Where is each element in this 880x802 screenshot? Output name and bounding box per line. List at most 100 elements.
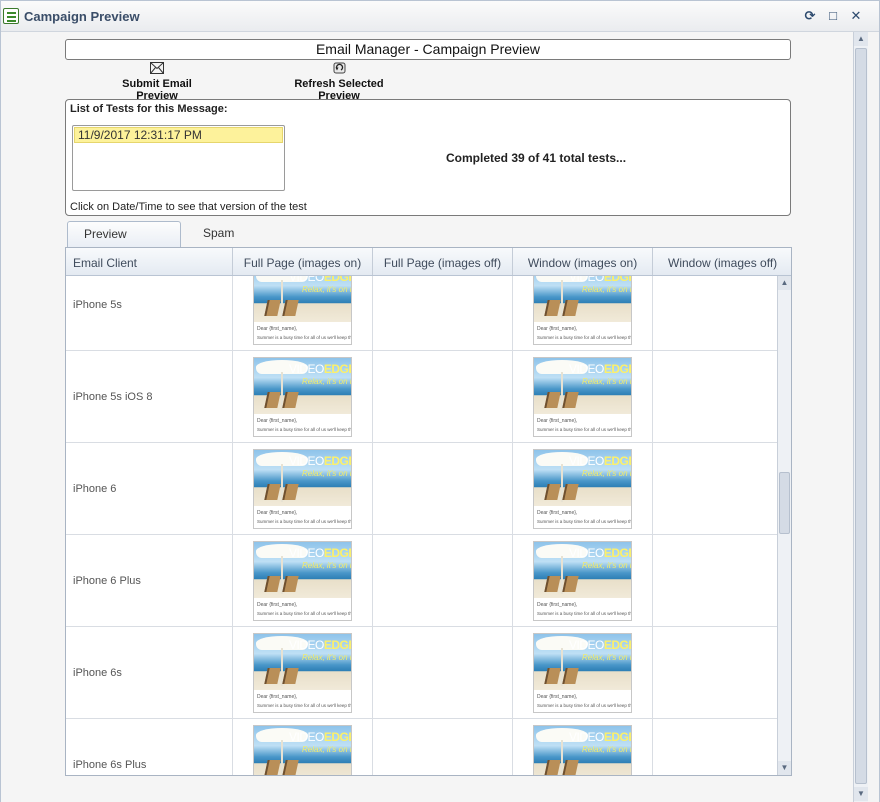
- grid-scrollbar[interactable]: ▲ ▼: [777, 276, 791, 775]
- column-header-window-images-off[interactable]: Window (images off): [653, 248, 777, 275]
- email-preview-thumbnail[interactable]: VIDEOEDGERelax, it's on us Dear {first_na…: [253, 276, 352, 345]
- full-page-images-on-cell[interactable]: VIDEOEDGERelax, it's on usDear {first_na…: [233, 535, 373, 627]
- email-client-name: iPhone 6 Plus: [73, 575, 141, 587]
- email-client-name: iPhone 6: [73, 483, 117, 495]
- column-header-full-page-images-on[interactable]: Full Page (images on): [233, 248, 373, 275]
- tab-preview-results[interactable]: Preview Results: [67, 221, 181, 265]
- window-scroll-down-icon[interactable]: ▼: [854, 787, 868, 801]
- close-icon[interactable]: ✕: [847, 7, 865, 25]
- window-images-on-cell[interactable]: VIDEOEDGERelax, it's on usDear {first_na…: [513, 276, 653, 351]
- full-page-images-on-cell[interactable]: VIDEOEDGERelax, it's on usDear {first_na…: [233, 443, 373, 535]
- window-scroll-up-icon[interactable]: ▲: [854, 32, 868, 46]
- table-row[interactable]: iPhone 6s VIDEOEDGERelax, it's on usDear…: [66, 627, 777, 719]
- email-preview-thumbnail[interactable]: VIDEOEDGERelax, it's on usDear {first_na…: [533, 357, 632, 437]
- email-preview-thumbnail[interactable]: VIDEOEDGERelax, it's on usDear {first_na…: [533, 276, 632, 345]
- full-page-images-on-cell[interactable]: VIDEOEDGERelax, it's on usDear {first_na…: [233, 627, 373, 719]
- beach-photo: VIDEOEDGERelax, it's on us: [254, 450, 351, 506]
- grid-scroll-thumb[interactable]: [779, 472, 790, 534]
- full-page-images-off-cell[interactable]: [373, 627, 513, 719]
- table-row[interactable]: iPhone 6 VIDEOEDGERelax, it's on usDear …: [66, 443, 777, 535]
- thumbnail-greeting: Dear {first_name},: [537, 326, 578, 332]
- table-row[interactable]: iPhone 5s VIDEOEDGERelax, it's on usDear…: [66, 276, 777, 351]
- email-preview-thumbnail[interactable]: VIDEOEDGERelax, it's on usDear {first_na…: [253, 357, 352, 437]
- refresh-window-icon[interactable]: ⟳: [801, 7, 819, 25]
- window-images-off-cell[interactable]: [653, 351, 777, 443]
- window-images-on-cell[interactable]: VIDEOEDGERelax, it's on usDear {first_na…: [513, 535, 653, 627]
- thumbnail-body: Summer is a busy time for all of us we'l…: [257, 427, 352, 432]
- thumbnail-brand: VIDEOEDGE: [569, 546, 631, 560]
- beach-photo: VIDEOEDGERelax, it's on us: [534, 358, 631, 414]
- full-page-images-off-cell[interactable]: [373, 535, 513, 627]
- thumbnail-greeting: Dear {first_name},: [257, 326, 298, 332]
- window-images-off-cell[interactable]: [653, 535, 777, 627]
- window-images-off-cell[interactable]: [653, 276, 777, 351]
- window-images-on-cell[interactable]: VIDEOEDGERelax, it's on usDear {first_na…: [513, 443, 653, 535]
- full-page-images-off-cell[interactable]: [373, 443, 513, 535]
- window-scroll-thumb[interactable]: [855, 48, 867, 784]
- grid-rows: iPhone 5s VIDEOEDGERelax, it's on usDear…: [66, 276, 777, 775]
- thumbnail-brand: VIDEOEDGE: [289, 546, 351, 560]
- table-row[interactable]: iPhone 5s iOS 8 VIDEOEDGERelax, it's on …: [66, 351, 777, 443]
- window-images-off-cell[interactable]: [653, 627, 777, 719]
- thumbnail-brand: VIDEOEDGE: [289, 276, 351, 284]
- thumbnail-body: Summer is a busy time for all of us we'l…: [537, 427, 632, 432]
- column-header-email-client[interactable]: Email Client: [66, 248, 233, 275]
- thumbnail-brand: VIDEOEDGE: [289, 362, 351, 376]
- list-icon: [3, 8, 19, 24]
- thumbnail-tagline: Relax, it's on us: [302, 285, 351, 294]
- thumbnail-tagline: Relax, it's on us: [302, 561, 351, 570]
- client-cell: iPhone 5s iOS 8: [66, 351, 233, 443]
- refresh-selected-preview-button[interactable]: Refresh Selected Preview: [273, 62, 405, 102]
- client-cell: iPhone 6s: [66, 627, 233, 719]
- thumbnail-body: Summer is a busy time for all of us we'l…: [537, 611, 632, 616]
- thumbnail-body: Summer is a busy time for all of us we'l…: [257, 335, 352, 340]
- email-preview-thumbnail[interactable]: VIDEOEDGERelax, it's on usDear {first_na…: [253, 449, 352, 529]
- client-cell: iPhone 6s Plus: [66, 719, 233, 775]
- email-client-name: iPhone 5s iOS 8: [73, 391, 153, 403]
- maximize-icon[interactable]: □: [824, 7, 842, 25]
- thumbnail-body: Summer is a busy time for all of us we'l…: [257, 519, 352, 524]
- window-scrollbar[interactable]: ▲ ▼: [853, 32, 868, 802]
- tests-listbox[interactable]: 11/9/2017 12:31:17 PM: [72, 125, 285, 191]
- full-page-images-on-cell[interactable]: VIDEOEDGERelax, it's on usDear {first_na…: [233, 719, 373, 775]
- full-page-images-off-cell[interactable]: [373, 276, 513, 351]
- email-preview-thumbnail[interactable]: VIDEOEDGERelax, it's on usDear {first_na…: [533, 633, 632, 713]
- column-header-full-page-images-off[interactable]: Full Page (images off): [373, 248, 513, 275]
- thumbnail-body: Summer is a busy time for all of us we'l…: [537, 703, 632, 708]
- submit-email-preview-button[interactable]: Submit Email Preview: [101, 62, 213, 102]
- full-page-images-on-cell[interactable]: VIDEOEDGERelax, it's on us Dear {first_na…: [233, 276, 373, 351]
- client-cell: iPhone 6: [66, 443, 233, 535]
- thumbnail-brand: VIDEOEDGE: [569, 638, 631, 652]
- window-images-on-cell[interactable]: VIDEOEDGERelax, it's on usDear {first_na…: [513, 351, 653, 443]
- window-images-off-cell[interactable]: [653, 719, 777, 775]
- title-bar[interactable]: Campaign Preview ⟳ □ ✕: [1, 1, 879, 32]
- tab-spam-filter-results[interactable]: Spam Filter Results: [187, 221, 259, 288]
- table-row[interactable]: iPhone 6 Plus VIDEOEDGERelax, it's on us…: [66, 535, 777, 627]
- thumbnail-brand: VIDEOEDGE: [569, 276, 631, 284]
- thumbnail-brand: VIDEOEDGE: [289, 454, 351, 468]
- full-page-images-off-cell[interactable]: [373, 351, 513, 443]
- beach-photo: VIDEOEDGERelax, it's on us: [534, 450, 631, 506]
- table-row[interactable]: iPhone 6s Plus VIDEOEDGERelax, it's on u…: [66, 719, 777, 775]
- email-preview-thumbnail[interactable]: VIDEOEDGERelax, it's on usDear {first_na…: [533, 725, 632, 775]
- window-images-on-cell[interactable]: VIDEOEDGERelax, it's on usDear {first_na…: [513, 719, 653, 775]
- email-preview-thumbnail[interactable]: VIDEOEDGERelax, it's on usDear {first_na…: [253, 541, 352, 621]
- thumbnail-body: Summer is a busy time for all of us we'l…: [537, 335, 632, 340]
- scroll-down-icon[interactable]: ▼: [778, 761, 791, 775]
- beach-photo: VIDEOEDGERelax, it's on us: [254, 634, 351, 690]
- thumbnail-tagline: Relax, it's on us: [582, 469, 631, 478]
- email-preview-thumbnail[interactable]: VIDEOEDGERelax, it's on usDear {first_na…: [253, 633, 352, 713]
- email-preview-thumbnail[interactable]: VIDEOEDGERelax, it's on usDear {first_na…: [253, 725, 352, 775]
- column-header-window-images-on[interactable]: Window (images on): [513, 248, 653, 275]
- beach-photo: VIDEOEDGERelax, it's on us: [534, 542, 631, 598]
- scroll-up-icon[interactable]: ▲: [778, 276, 791, 290]
- test-date-item[interactable]: 11/9/2017 12:31:17 PM: [74, 127, 283, 143]
- full-page-images-on-cell[interactable]: VIDEOEDGERelax, it's on usDear {first_na…: [233, 351, 373, 443]
- email-preview-thumbnail[interactable]: VIDEOEDGERelax, it's on usDear {first_na…: [533, 541, 632, 621]
- window-images-off-cell[interactable]: [653, 443, 777, 535]
- full-page-images-off-cell[interactable]: [373, 719, 513, 775]
- window-images-on-cell[interactable]: VIDEOEDGERelax, it's on usDear {first_na…: [513, 627, 653, 719]
- client-cell: iPhone 6 Plus: [66, 535, 233, 627]
- email-preview-thumbnail[interactable]: VIDEOEDGERelax, it's on usDear {first_na…: [533, 449, 632, 529]
- email-client-name: iPhone 6s Plus: [73, 759, 147, 771]
